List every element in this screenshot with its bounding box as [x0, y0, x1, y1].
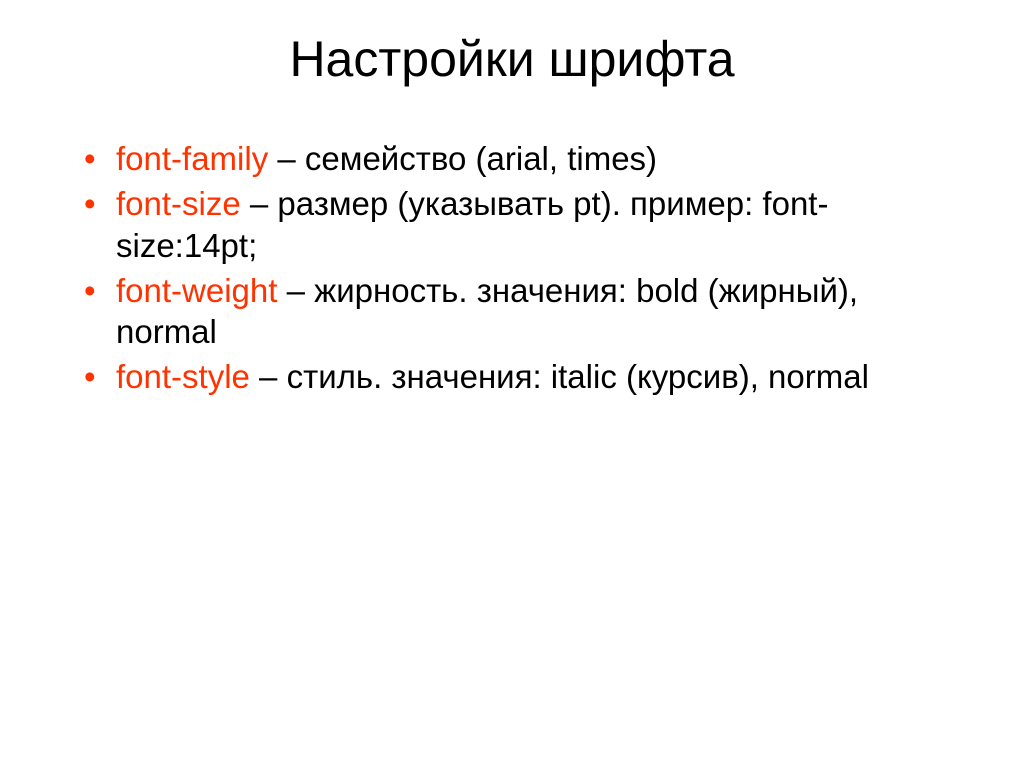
- list-item: font-family – семейство (arial, times): [80, 138, 964, 179]
- property-desc: – семейство (arial, times): [268, 140, 657, 177]
- slide-title: Настройки шрифта: [60, 30, 964, 88]
- property-name: font-weight: [116, 272, 277, 309]
- slide-content: font-family – семейство (arial, times) f…: [60, 138, 964, 398]
- list-item: font-style – стиль. значения: italic (ку…: [80, 356, 964, 397]
- property-desc: – стиль. значения: italic (курсив), norm…: [250, 358, 869, 395]
- bullet-list: font-family – семейство (arial, times) f…: [80, 138, 964, 398]
- list-item: font-size – размер (указывать pt). приме…: [80, 183, 964, 266]
- property-name: font-family: [116, 140, 268, 177]
- property-name: font-size: [116, 185, 241, 222]
- list-item: font-weight – жирность. значения: bold (…: [80, 270, 964, 353]
- property-name: font-style: [116, 358, 250, 395]
